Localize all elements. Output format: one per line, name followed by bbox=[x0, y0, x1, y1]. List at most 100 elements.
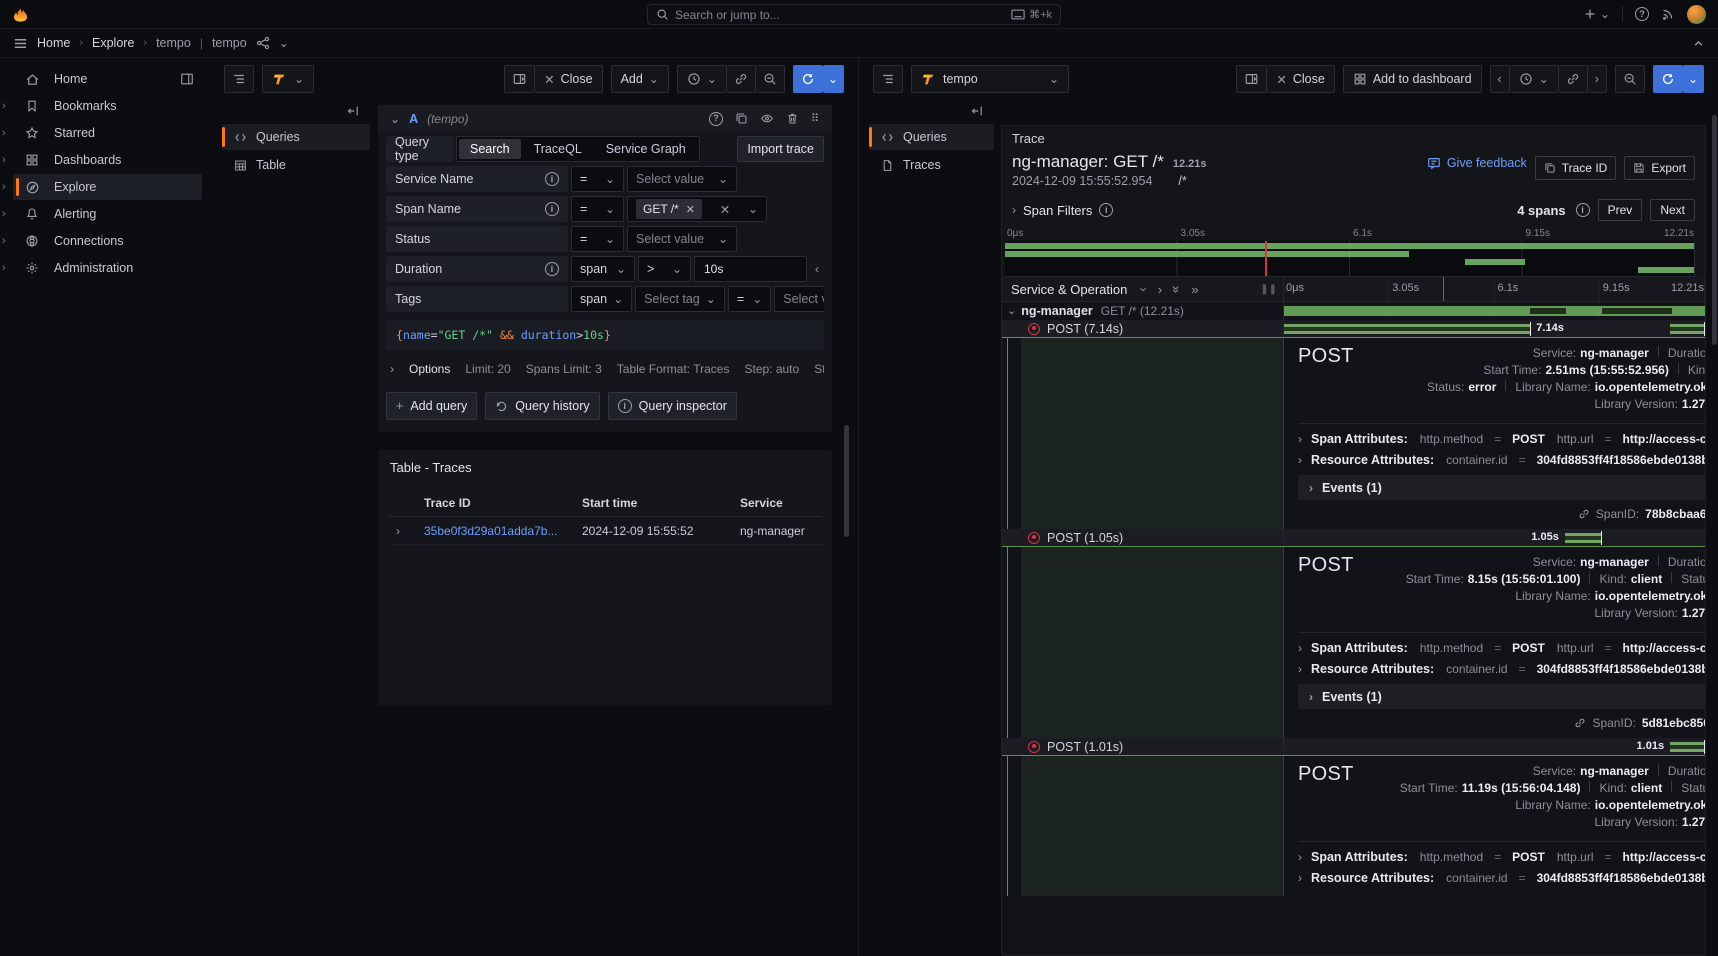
collapse-one-icon[interactable]: › bbox=[1138, 287, 1151, 291]
help-icon[interactable]: ? bbox=[1635, 7, 1649, 21]
breadcrumb-right-title[interactable]: tempo bbox=[212, 36, 247, 50]
span-name-chip[interactable]: GET /* ✕ bbox=[636, 199, 702, 219]
attributes-row[interactable]: ›Resource Attributes:container.id=304fd8… bbox=[1298, 449, 1705, 470]
datasource-picker[interactable]: ⌄ bbox=[262, 65, 314, 93]
tags-key-select[interactable]: Select tag⌄ bbox=[635, 286, 725, 312]
attributes-row[interactable]: ›Resource Attributes:container.id=304fd8… bbox=[1298, 658, 1705, 679]
span-row[interactable]: POST (7.14s) 7.14s bbox=[1002, 320, 1705, 338]
expand-all-icon[interactable]: » bbox=[1191, 283, 1198, 296]
sidebar-item-home[interactable]: Home bbox=[13, 66, 202, 92]
sidebar-item-explore[interactable]: › Explore bbox=[13, 174, 202, 200]
dock-menu-icon[interactable] bbox=[180, 72, 194, 86]
nav-item-queries[interactable]: Queries bbox=[222, 124, 370, 150]
attributes-row[interactable]: ›Span Attributes:http.method=POSThttp.ur… bbox=[1298, 428, 1705, 449]
import-trace-button[interactable]: Import trace bbox=[737, 136, 824, 162]
split-pane-button[interactable] bbox=[1236, 65, 1267, 93]
service-name-operator-select[interactable]: =⌄ bbox=[571, 166, 624, 192]
collapse-up-icon[interactable] bbox=[1692, 37, 1705, 50]
news-icon[interactable] bbox=[1661, 7, 1675, 21]
global-search[interactable]: ⌘+k bbox=[647, 4, 1061, 25]
tab-search[interactable]: Search bbox=[459, 139, 521, 159]
time-shift-forward-button[interactable]: › bbox=[1588, 65, 1607, 93]
drag-handle-icon[interactable]: ⠿ bbox=[811, 112, 820, 125]
sidebar-item-alerting[interactable]: › Alerting bbox=[13, 201, 202, 227]
chevron-right-icon[interactable]: › bbox=[2, 262, 6, 274]
sidebar-item-dashboards[interactable]: › Dashboards bbox=[13, 147, 202, 173]
chevron-right-icon[interactable]: › bbox=[2, 127, 6, 139]
datasource-help-icon[interactable]: ? bbox=[709, 112, 723, 126]
add-query-button[interactable]: +Add query bbox=[386, 392, 477, 420]
close-pane-button[interactable]: ✕ Close bbox=[535, 65, 602, 93]
span-name-operator-select[interactable]: =⌄ bbox=[571, 196, 624, 222]
zoom-out-button[interactable] bbox=[1615, 65, 1645, 93]
span-row[interactable]: POST (1.01s) 1.01s bbox=[1002, 738, 1705, 756]
query-row-header[interactable]: ⌄ A (tempo) ? ⠿ bbox=[378, 105, 832, 132]
breadcrumb-home[interactable]: Home bbox=[37, 36, 70, 50]
split-pane-button[interactable] bbox=[504, 65, 535, 93]
clear-icon[interactable]: ✕ bbox=[720, 202, 730, 217]
nav-item-queries[interactable]: Queries bbox=[869, 124, 994, 150]
sidebar-item-administration[interactable]: › Administration bbox=[13, 255, 202, 281]
run-query-dropdown[interactable]: ⌄ bbox=[1683, 65, 1704, 93]
export-button[interactable]: Export bbox=[1624, 156, 1695, 180]
prev-span-button[interactable]: Prev bbox=[1598, 199, 1643, 221]
user-avatar[interactable] bbox=[1687, 5, 1706, 24]
tab-service-graph[interactable]: Service Graph bbox=[595, 139, 697, 159]
root-span-bar[interactable] bbox=[1284, 306, 1705, 316]
search-input[interactable] bbox=[675, 8, 1005, 22]
link-icon[interactable] bbox=[1578, 508, 1590, 520]
share-icon[interactable] bbox=[256, 36, 270, 50]
attributes-row[interactable]: ›Span Attributes:http.method=POSThttp.ur… bbox=[1298, 637, 1705, 658]
attributes-row[interactable]: ›Resource Attributes:container.id=304fd8… bbox=[1298, 867, 1705, 888]
span-row[interactable]: POST (1.05s) 1.05s bbox=[1002, 529, 1705, 547]
minimap-bars[interactable] bbox=[1005, 241, 1695, 277]
chevron-right-icon[interactable]: › bbox=[2, 208, 6, 220]
grafana-logo-icon[interactable] bbox=[12, 6, 29, 23]
breadcrumb-left-title[interactable]: tempo bbox=[156, 36, 191, 50]
query-options-row[interactable]: › Options Limit: 20 Spans Limit: 3 Table… bbox=[386, 362, 824, 376]
datasource-picker[interactable]: tempo ⌄ bbox=[911, 65, 1069, 93]
sidebar-item-bookmarks[interactable]: › Bookmarks bbox=[13, 93, 202, 119]
attributes-row[interactable]: ›Span Attributes:http.method=POSThttp.ur… bbox=[1298, 846, 1705, 867]
add-to-dashboard-button[interactable]: Add to dashboard bbox=[1343, 65, 1482, 93]
collapse-nav-icon[interactable] bbox=[869, 100, 994, 122]
table-row[interactable]: › 35be0f3d29a01adda7b... 2024-12-09 15:5… bbox=[388, 517, 822, 545]
time-picker-button[interactable]: ⌄ bbox=[1510, 65, 1559, 93]
span-filters-label[interactable]: Span Filters bbox=[1023, 203, 1092, 218]
span-bar[interactable] bbox=[1565, 533, 1601, 543]
chevron-right-icon[interactable]: › bbox=[1012, 204, 1016, 216]
right-pane-scrollbar[interactable] bbox=[1712, 115, 1717, 345]
run-query-button[interactable] bbox=[1653, 65, 1683, 93]
tags-scope-select[interactable]: span⌄ bbox=[571, 286, 632, 312]
breadcrumb-explore[interactable]: Explore bbox=[92, 36, 134, 50]
sidebar-item-connections[interactable]: › Connections bbox=[13, 228, 202, 254]
sidebar-item-starred[interactable]: › Starred bbox=[13, 120, 202, 146]
content-outline-button[interactable] bbox=[224, 65, 254, 93]
panel-title[interactable]: Trace bbox=[1002, 126, 1705, 148]
duplicate-query-icon[interactable] bbox=[735, 112, 748, 125]
close-pane-button[interactable]: ✕ Close bbox=[1267, 65, 1334, 93]
disable-query-icon[interactable] bbox=[760, 112, 774, 125]
span-name-value-select[interactable]: GET /* ✕ ✕ ⌄ bbox=[627, 196, 767, 222]
chevron-right-icon[interactable]: › bbox=[2, 100, 6, 112]
trace-id-button[interactable]: Trace ID bbox=[1535, 156, 1617, 180]
status-value-select[interactable]: Select value⌄ bbox=[627, 226, 737, 252]
query-inspector-button[interactable]: iQuery inspector bbox=[608, 392, 737, 420]
chevron-down-icon[interactable]: ⌄ bbox=[1007, 306, 1016, 317]
span-events-section[interactable]: › Events (1) bbox=[1298, 475, 1705, 500]
collapse-nav-icon[interactable] bbox=[222, 100, 370, 122]
new-button[interactable]: ⌄ bbox=[1583, 7, 1610, 21]
span-bar[interactable] bbox=[1670, 742, 1705, 752]
duration-scope-select[interactable]: span⌄ bbox=[571, 256, 635, 282]
next-span-button[interactable]: Next bbox=[1650, 199, 1695, 221]
run-query-dropdown[interactable]: ⌄ bbox=[823, 65, 844, 93]
remove-query-icon[interactable] bbox=[786, 112, 799, 125]
service-name-value-select[interactable]: Select value⌄ bbox=[627, 166, 737, 192]
remove-chip-icon[interactable]: ✕ bbox=[686, 203, 695, 216]
run-query-button[interactable] bbox=[793, 65, 823, 93]
zoom-out-button[interactable] bbox=[756, 65, 785, 93]
copy-link-button[interactable] bbox=[1559, 65, 1588, 93]
add-button[interactable]: Add⌄ bbox=[611, 65, 669, 93]
link-icon[interactable] bbox=[1574, 717, 1586, 729]
tags-value-select[interactable]: Select va bbox=[774, 286, 824, 312]
